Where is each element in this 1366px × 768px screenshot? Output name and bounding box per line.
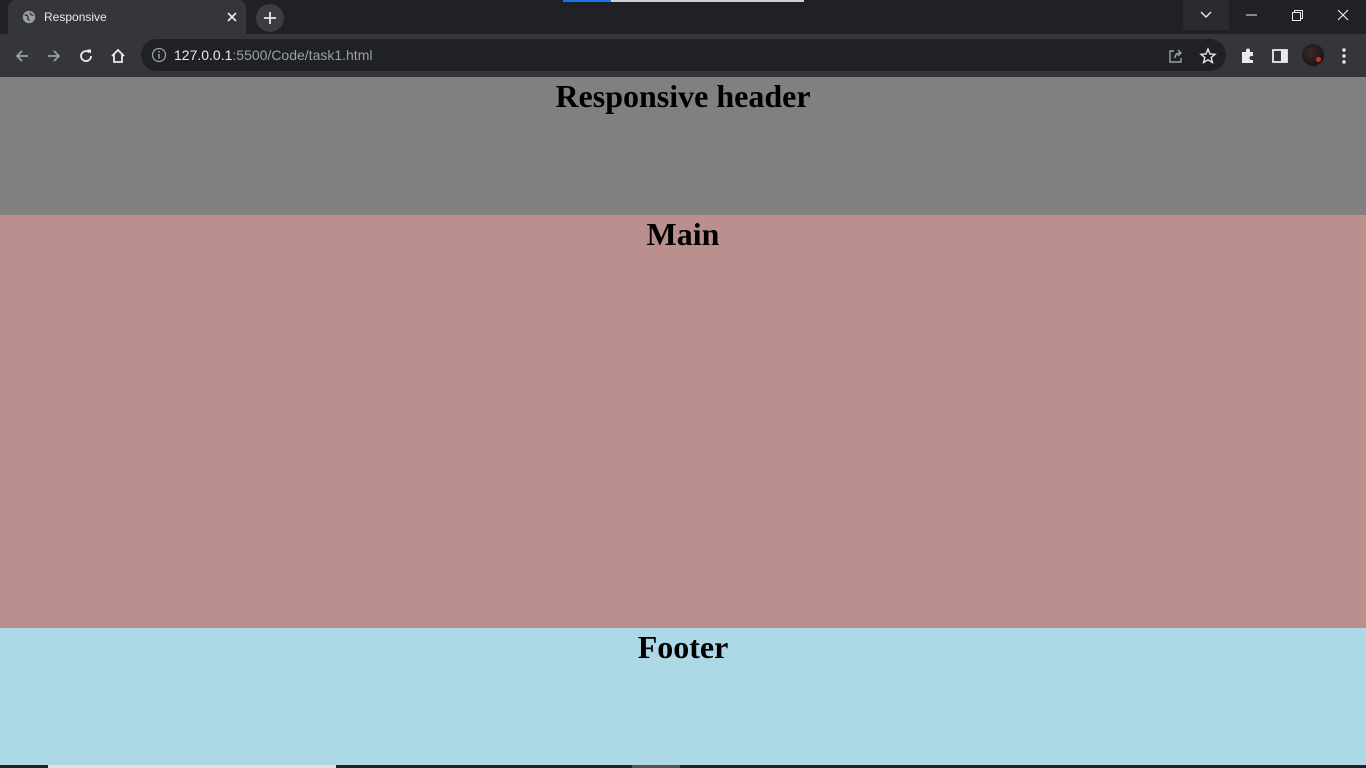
restore-button[interactable] (1274, 0, 1320, 30)
minimize-icon (1245, 14, 1257, 16)
header-title: Responsive header (555, 78, 811, 114)
title-bar: Responsive (0, 0, 1366, 34)
page-main: Main (0, 215, 1366, 628)
forward-button[interactable] (40, 42, 68, 70)
close-icon (1337, 9, 1349, 21)
main-title: Main (646, 216, 720, 252)
tab-search-button[interactable] (1183, 0, 1229, 30)
extensions-icon[interactable] (1238, 46, 1258, 66)
footer-title: Footer (637, 629, 729, 665)
close-window-button[interactable] (1320, 0, 1366, 30)
share-icon[interactable] (1167, 47, 1185, 65)
browser-toolbar: 127.0.0.1:5500/Code/task1.html (0, 34, 1366, 77)
restore-icon (1291, 9, 1303, 21)
new-tab-button[interactable] (256, 4, 284, 32)
tab-strip-indicator-blue (563, 0, 611, 2)
url-host: 127.0.0.1 (174, 47, 233, 63)
tab-close-button[interactable] (224, 9, 240, 25)
reload-button[interactable] (72, 42, 100, 70)
plus-icon (264, 12, 276, 24)
close-icon (227, 12, 237, 22)
url-path: :5500/Code/task1.html (232, 47, 373, 63)
tab-title: Responsive (44, 10, 107, 24)
home-icon (111, 48, 125, 63)
reload-icon (80, 49, 92, 62)
avatar-status-dot (1316, 57, 1321, 62)
home-button[interactable] (104, 42, 132, 70)
info-icon[interactable] (151, 47, 167, 63)
profile-avatar[interactable] (1302, 44, 1324, 66)
side-panel-icon[interactable] (1270, 46, 1290, 66)
address-bar[interactable]: 127.0.0.1:5500/Code/task1.html (141, 39, 1226, 71)
page-header: Responsive header (0, 77, 1366, 215)
globe-icon (22, 10, 36, 24)
page-viewport: Responsive header Main Footer (0, 77, 1366, 765)
tab-strip-indicator-white (611, 0, 804, 2)
browser-tab[interactable]: Responsive (8, 0, 246, 34)
back-arrow-icon (15, 50, 28, 62)
kebab-menu-icon[interactable] (1334, 46, 1354, 66)
star-icon[interactable] (1199, 47, 1217, 65)
minimize-button[interactable] (1228, 0, 1274, 30)
page-footer: Footer (0, 628, 1366, 765)
url-text[interactable]: 127.0.0.1:5500/Code/task1.html (174, 47, 372, 63)
back-button[interactable] (8, 42, 36, 70)
forward-arrow-icon (48, 50, 61, 62)
chevron-down-icon (1200, 11, 1212, 18)
